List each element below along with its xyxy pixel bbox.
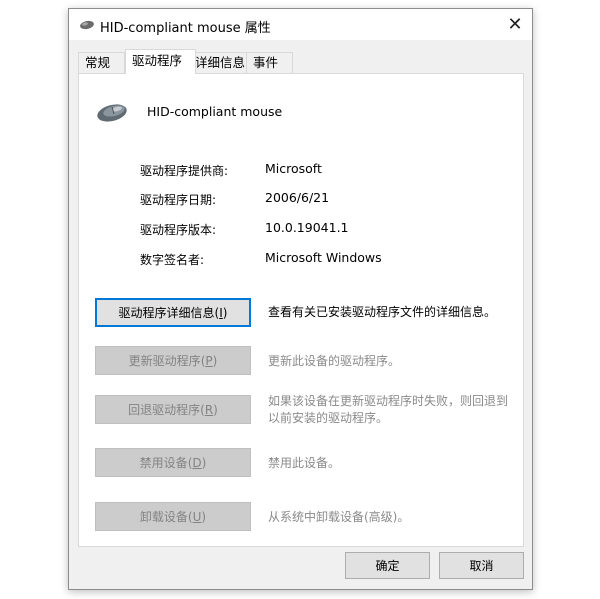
device-name: HID-compliant mouse bbox=[147, 104, 283, 119]
date-label: 驱动程序日期: bbox=[140, 193, 217, 207]
button-label: 取消 bbox=[469, 559, 494, 573]
hotkey: R bbox=[204, 402, 214, 417]
rollback-driver-desc: 如果该设备在更新驱动程序时失败，则回退到 以前安装的驱动程序。 bbox=[268, 393, 508, 427]
hotkey: U bbox=[192, 509, 202, 524]
rollback-driver-button[interactable]: 回退驱动程序(R) bbox=[95, 395, 251, 424]
update-driver-desc: 更新此设备的驱动程序。 bbox=[268, 354, 401, 368]
hotkey: I bbox=[219, 305, 223, 320]
title-bar[interactable]: HID-compliant mouse 属性 ✕ bbox=[69, 9, 532, 40]
tab-label: 驱动程序 bbox=[132, 53, 183, 68]
driver-details-button[interactable]: 驱动程序详细信息(I) bbox=[95, 298, 251, 327]
signer-value: Microsoft Windows bbox=[265, 250, 382, 265]
hotkey: D bbox=[192, 455, 202, 470]
provider-value: Microsoft bbox=[265, 161, 322, 176]
tab-events[interactable]: 事件 bbox=[246, 52, 293, 73]
update-driver-button[interactable]: 更新驱动程序(P) bbox=[95, 346, 251, 375]
driver-panel: HID-compliant mouse 驱动程序提供商: Microsoft 驱… bbox=[78, 73, 524, 547]
tab-label: 事件 bbox=[253, 55, 279, 70]
version-value: 10.0.19041.1 bbox=[265, 220, 349, 235]
button-label: 确定 bbox=[375, 559, 400, 573]
mouse-icon bbox=[79, 19, 95, 31]
button-label: 卸载设备 bbox=[139, 510, 188, 524]
cancel-button[interactable]: 取消 bbox=[439, 552, 524, 579]
driver-details-desc: 查看有关已安装驱动程序文件的详细信息。 bbox=[268, 305, 497, 319]
properties-dialog: HID-compliant mouse 属性 ✕ 常规 驱动程序 详细信息 事件… bbox=[68, 8, 533, 590]
version-label: 驱动程序版本: bbox=[140, 223, 217, 237]
button-label: 回退驱动程序 bbox=[128, 403, 201, 417]
desc-line: 以前安装的驱动程序。 bbox=[268, 411, 389, 425]
disable-device-button[interactable]: 禁用设备(D) bbox=[95, 448, 251, 477]
tab-general[interactable]: 常规 bbox=[78, 52, 125, 73]
button-label: 驱动程序详细信息 bbox=[118, 306, 215, 320]
signer-label: 数字签名者: bbox=[140, 253, 205, 267]
hotkey: P bbox=[205, 353, 213, 368]
button-label: 更新驱动程序 bbox=[128, 354, 201, 368]
desc-line: 如果该设备在更新驱动程序时失败，则回退到 bbox=[268, 394, 509, 408]
disable-device-desc: 禁用此设备。 bbox=[268, 456, 341, 470]
tab-label: 常规 bbox=[85, 55, 111, 70]
tab-details[interactable]: 详细信息 bbox=[188, 52, 252, 73]
uninstall-device-desc: 从系统中卸载设备(高级)。 bbox=[268, 510, 410, 524]
uninstall-device-button[interactable]: 卸载设备(U) bbox=[95, 502, 251, 531]
close-button[interactable]: ✕ bbox=[498, 9, 532, 40]
tab-label: 详细信息 bbox=[195, 55, 246, 70]
window-title: HID-compliant mouse 属性 bbox=[100, 21, 271, 36]
button-label: 禁用设备 bbox=[139, 456, 188, 470]
ok-button[interactable]: 确定 bbox=[345, 552, 430, 579]
provider-label: 驱动程序提供商: bbox=[140, 164, 229, 178]
date-value: 2006/6/21 bbox=[265, 190, 330, 205]
tab-driver[interactable]: 驱动程序 bbox=[125, 49, 196, 74]
mouse-icon bbox=[95, 100, 129, 124]
close-icon: ✕ bbox=[507, 14, 523, 35]
